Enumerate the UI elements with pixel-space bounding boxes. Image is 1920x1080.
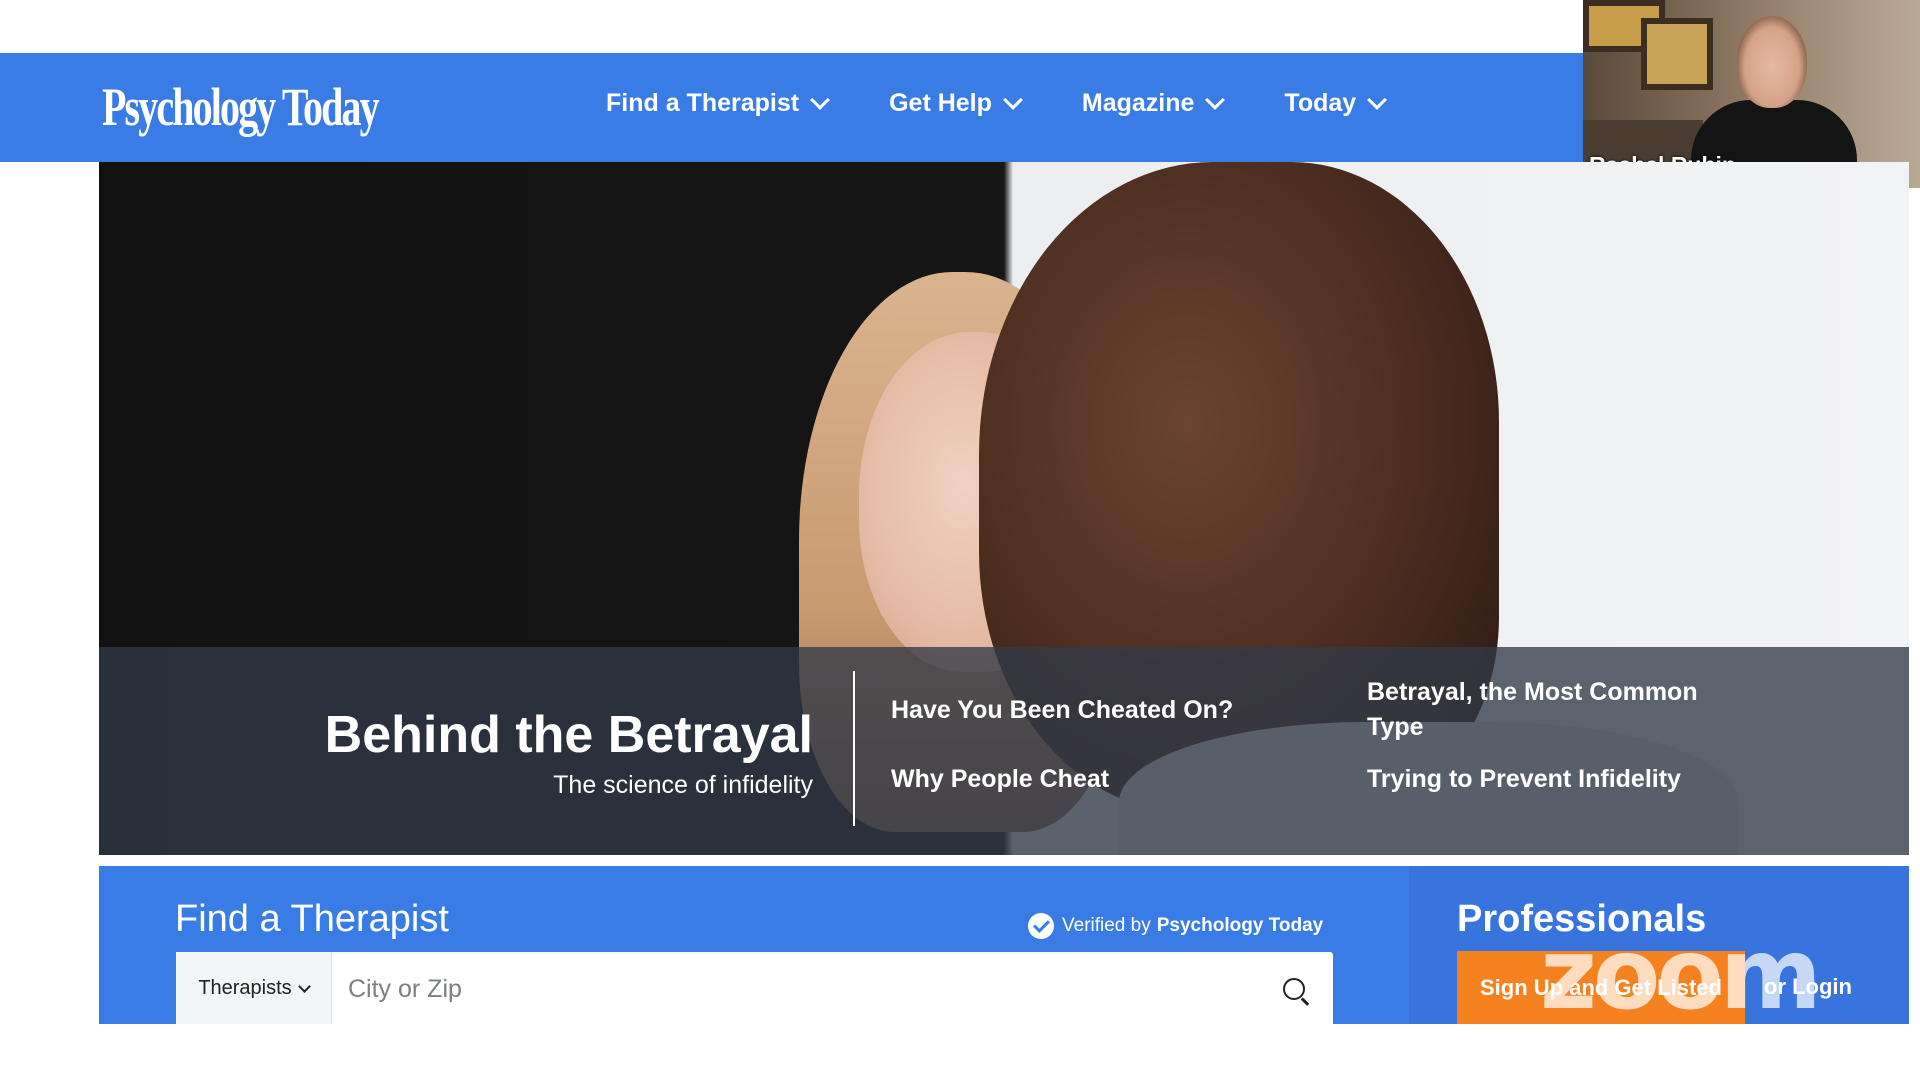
nav-find-a-therapist[interactable]: Find a Therapist: [606, 89, 830, 118]
verified-badge: Verified by Psychology Today: [1028, 913, 1323, 939]
hero-divider: [853, 671, 855, 826]
hero-link-prevent-infidelity[interactable]: Trying to Prevent Infidelity: [1367, 762, 1681, 797]
psychology-today-logo[interactable]: Psychology Today: [102, 77, 380, 137]
nav-label: Get Help: [889, 89, 992, 117]
hero-link-cheated-on[interactable]: Have You Been Cheated On?: [891, 693, 1233, 728]
nav-label: Today: [1284, 89, 1357, 117]
chevron-down-icon: [1205, 89, 1226, 110]
find-therapist-title: Find a Therapist: [175, 898, 449, 940]
therapist-search-bar: Therapists: [176, 952, 1333, 1026]
nav-get-help[interactable]: Get Help: [889, 89, 1023, 118]
verified-prefix: Verified by: [1062, 915, 1151, 936]
main-nav: Find a Therapist Get Help Magazine Today: [606, 89, 1446, 118]
nav-label: Magazine: [1081, 89, 1195, 117]
video-participant-tile[interactable]: Rachel Rubin: [1583, 0, 1920, 188]
hero-caption-band: Behind the Betrayal The science of infid…: [99, 647, 1909, 855]
nav-today[interactable]: Today: [1284, 89, 1388, 118]
chevron-down-icon: [297, 979, 311, 993]
check-circle-icon: [1028, 913, 1054, 939]
chevron-down-icon: [1002, 89, 1023, 110]
hero-banner: Behind the Betrayal The science of infid…: [99, 162, 1909, 855]
hero-link-why-cheat[interactable]: Why People Cheat: [891, 762, 1109, 797]
zoom-watermark: zoom: [1540, 918, 1822, 1032]
participant-head: [1737, 16, 1807, 108]
hero-subtitle: The science of infidelity: [553, 771, 813, 799]
nav-label: Find a Therapist: [606, 89, 800, 117]
provider-type-select[interactable]: Therapists: [176, 952, 332, 1024]
top-navbar: Psychology Today Find a Therapist Get He…: [0, 53, 1583, 162]
chevron-down-icon: [810, 89, 830, 110]
verified-brand: Psychology Today: [1156, 915, 1324, 936]
nav-magazine[interactable]: Magazine: [1081, 89, 1226, 118]
hero-link-betrayal-type[interactable]: Betrayal, the Most Common Type: [1367, 675, 1727, 745]
wall-frame: [1641, 18, 1713, 90]
hero-title[interactable]: Behind the Betrayal: [99, 705, 813, 765]
search-icon[interactable]: [1283, 978, 1305, 1000]
chevron-down-icon: [1367, 89, 1388, 110]
provider-type-value: Therapists: [198, 976, 292, 999]
city-zip-input[interactable]: [346, 952, 1250, 1026]
